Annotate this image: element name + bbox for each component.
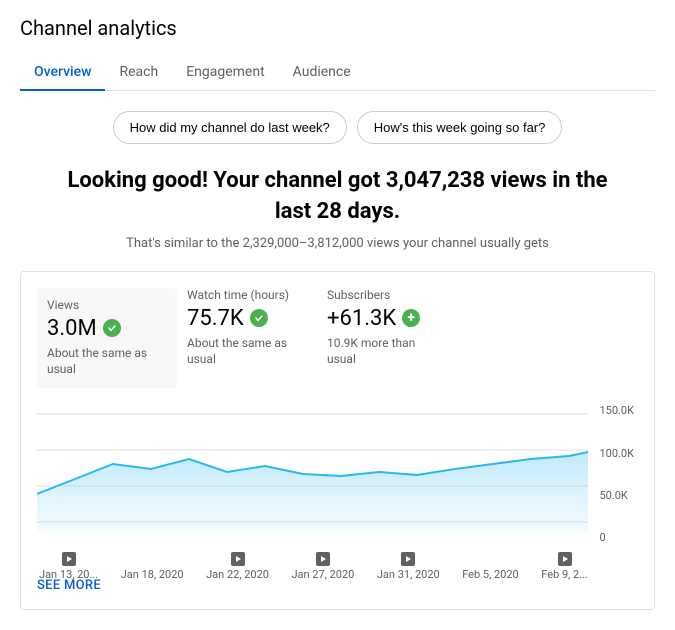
quick-actions: How did my channel do last week? How's t… (20, 111, 655, 144)
metrics-row: Views 3.0M About the same as usual Watch… (37, 288, 638, 389)
metric-subscribers: Subscribers +61.3K + 10.9K more than usu… (327, 288, 467, 389)
video-indicator-jan22 (231, 552, 245, 566)
date-feb9: Feb 9, 2... (541, 552, 588, 581)
video-indicator-jan27 (316, 552, 330, 566)
metric-watch-time: Watch time (hours) 75.7K About the same … (187, 288, 327, 389)
views-label: Views (47, 298, 157, 312)
watch-time-value: 75.7K (187, 306, 297, 331)
main-stat-section: Looking good! Your channel got 3,047,238… (20, 166, 655, 228)
date-jan27: Jan 27, 2020 (291, 552, 354, 581)
sub-headline: That's similar to the 2,329,000–3,812,00… (20, 236, 655, 251)
date-feb5: Feb 5, 2020 (462, 552, 519, 581)
last-week-button[interactable]: How did my channel do last week? (113, 111, 347, 144)
video-indicator-feb9 (558, 552, 572, 566)
chart-dates: Jan 13, 20... Jan 18, 2020 Jan 22, 2020 (37, 548, 638, 581)
chart-svg (37, 404, 588, 544)
metric-views: Views 3.0M About the same as usual (37, 288, 177, 389)
views-sub: About the same as usual (47, 345, 157, 379)
watch-time-check-icon (250, 309, 268, 327)
views-check-icon (103, 319, 121, 337)
video-indicator-jan13 (62, 552, 76, 566)
subscribers-label: Subscribers (327, 288, 437, 302)
y-label-100k: 100.0K (599, 447, 634, 460)
chart-y-labels: 150.0K 100.0K 50.0K 0 (595, 404, 638, 544)
watch-time-label: Watch time (hours) (187, 288, 297, 302)
video-indicator-jan31 (401, 552, 415, 566)
chart-container: 150.0K 100.0K 50.0K 0 Jan 13, 20... Jan … (37, 404, 638, 564)
subscribers-plus-icon: + (402, 309, 420, 327)
tab-overview[interactable]: Overview (20, 54, 105, 90)
views-value: 3.0M (47, 316, 157, 341)
date-jan18: Jan 18, 2020 (121, 552, 184, 581)
this-week-button[interactable]: How's this week going so far? (357, 111, 563, 144)
y-label-50k: 50.0K (599, 489, 634, 502)
tab-engagement[interactable]: Engagement (172, 54, 278, 90)
y-label-0: 0 (599, 531, 634, 544)
main-headline: Looking good! Your channel got 3,047,238… (58, 166, 618, 228)
date-jan31: Jan 31, 2020 (377, 552, 440, 581)
tab-audience[interactable]: Audience (279, 54, 365, 90)
y-label-150k: 150.0K (599, 404, 634, 417)
metrics-card: Views 3.0M About the same as usual Watch… (20, 271, 655, 611)
subscribers-value: +61.3K + (327, 306, 437, 331)
date-jan22: Jan 22, 2020 (206, 552, 269, 581)
date-jan13: Jan 13, 20... (39, 552, 98, 581)
page-title: Channel analytics (20, 16, 655, 40)
tab-reach[interactable]: Reach (105, 54, 172, 90)
tabs-container: Overview Reach Engagement Audience (20, 54, 655, 91)
watch-time-sub: About the same as usual (187, 335, 297, 369)
subscribers-sub: 10.9K more than usual (327, 335, 437, 369)
